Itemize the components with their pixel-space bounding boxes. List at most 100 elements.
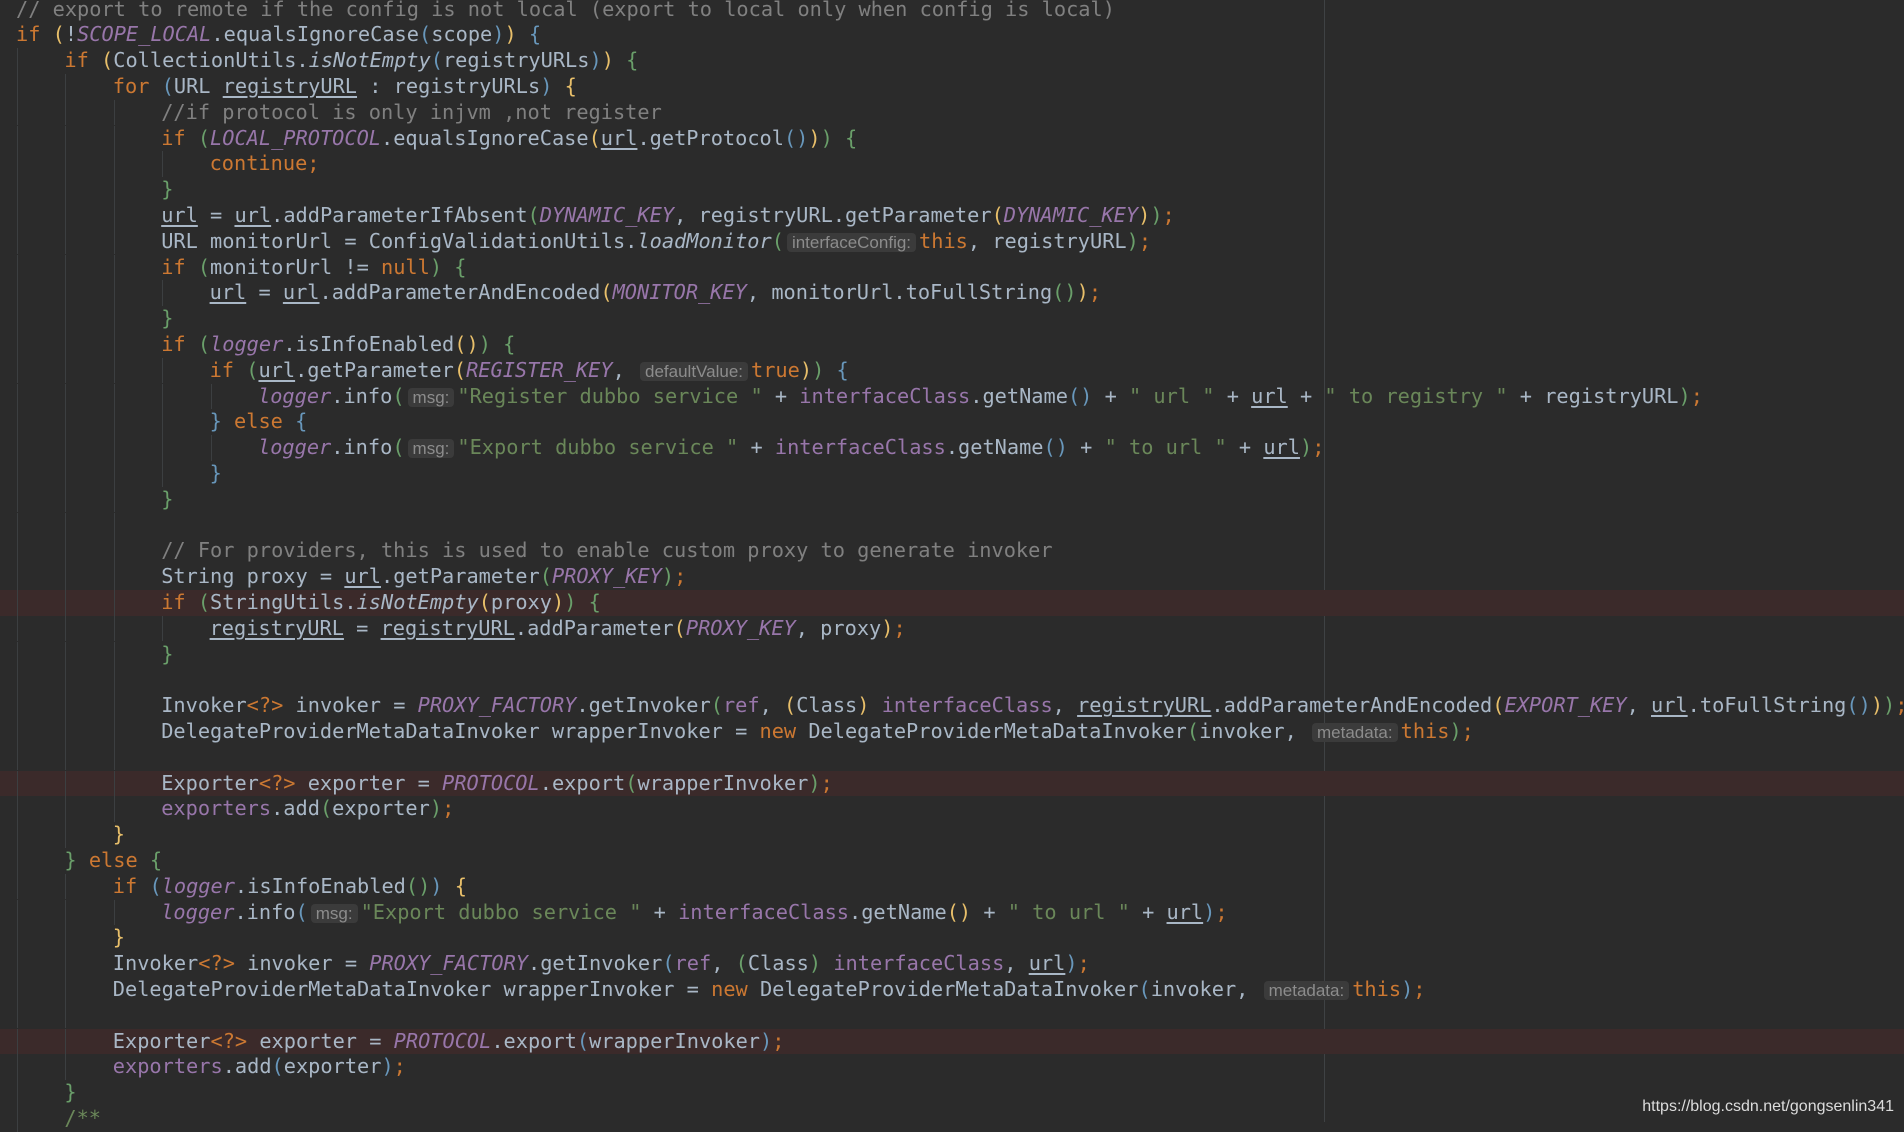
- code-text: logger.info(msg: "Register dubbo service …: [258, 384, 1703, 411]
- code-token: .export: [491, 1028, 577, 1053]
- code-token: this: [1352, 976, 1402, 1001]
- code-token: +: [1129, 899, 1167, 924]
- code-line[interactable]: }: [0, 486, 1904, 513]
- code-line[interactable]: if (monitorUrl != null) {: [0, 254, 1904, 281]
- code-token: PROXY_KEY: [551, 564, 662, 589]
- code-token: {: [149, 847, 163, 872]
- code-token: wrapperInvoker: [589, 1028, 760, 1053]
- code-line[interactable]: exporters.add(exporter);: [0, 1054, 1904, 1081]
- code-line[interactable]: }: [0, 822, 1904, 848]
- code-text: DelegateProviderMetaDataInvoker wrapperI…: [113, 977, 1426, 1004]
- code-token: .getInvoker: [576, 693, 711, 718]
- code-line[interactable]: for (URL registryURL : registryURLs) {: [0, 73, 1904, 100]
- code-token: +: [1287, 383, 1325, 408]
- code-line[interactable]: }: [0, 925, 1904, 952]
- code-line[interactable]: if (logger.isInfoEnabled()) {: [0, 873, 1904, 900]
- indent-guide: [65, 409, 67, 436]
- code-line[interactable]: }: [0, 177, 1904, 203]
- code-token: ): [799, 357, 813, 382]
- indent-guide: [17, 202, 18, 229]
- indent-guide: [17, 73, 18, 100]
- code-line[interactable]: String proxy = url.getParameter(PROXY_KE…: [0, 564, 1904, 590]
- code-line[interactable]: if (LOCAL_PROTOCOL.equalsIgnoreCase(url.…: [0, 125, 1904, 152]
- code-text: if (CollectionUtils.isNotEmpty(registryU…: [64, 48, 638, 74]
- indent-guide: [113, 125, 115, 152]
- code-token: (: [52, 22, 65, 47]
- code-line[interactable]: url = url.addParameterAndEncoded(MONITOR…: [0, 280, 1904, 307]
- code-token: ,: [1004, 951, 1029, 976]
- code-line[interactable]: //if protocol is only injvm ,not registe…: [0, 99, 1904, 126]
- indent-guide: [113, 357, 115, 384]
- code-line[interactable]: }: [0, 641, 1904, 668]
- code-line[interactable]: // export to remote if the config is not…: [0, 0, 1904, 22]
- code-line[interactable]: DelegateProviderMetaDataInvoker wrapperI…: [0, 718, 1904, 746]
- code-token: ): [1678, 383, 1691, 408]
- code-token: ): [1203, 899, 1216, 924]
- code-token: <?>: [210, 1028, 248, 1053]
- code-text: DelegateProviderMetaDataInvoker wrapperI…: [161, 719, 1474, 746]
- code-line[interactable]: if (logger.isInfoEnabled()) {: [0, 331, 1904, 358]
- code-token: ): [1299, 435, 1313, 460]
- code-token: ): [601, 48, 614, 73]
- code-token: MONITOR_KEY: [612, 280, 747, 305]
- indent-guide: [65, 177, 67, 203]
- indent-guide: [17, 460, 18, 487]
- code-token: +: [762, 383, 800, 408]
- indent-guide: [65, 873, 67, 900]
- code-line[interactable]: Invoker<?> invoker = PROXY_FACTORY.getIn…: [0, 951, 1904, 977]
- code-line[interactable]: Exporter<?> exporter = PROTOCOL.export(w…: [0, 1028, 1904, 1055]
- code-line[interactable]: // For providers, this is used to enable…: [0, 538, 1904, 565]
- code-line[interactable]: [0, 667, 1904, 694]
- code-line[interactable]: if (CollectionUtils.isNotEmpty(registryU…: [0, 48, 1904, 74]
- code-token: new: [711, 976, 760, 1001]
- code-line[interactable]: exporters.add(exporter);: [0, 796, 1904, 823]
- code-line[interactable]: logger.info(msg: "Export dubbo service " …: [0, 435, 1904, 461]
- indent-guide: [113, 486, 115, 513]
- code-line[interactable]: }: [0, 1080, 1904, 1106]
- code-line[interactable]: URL monitorUrl = ConfigValidationUtils.l…: [0, 228, 1904, 255]
- code-line[interactable]: if (StringUtils.isNotEmpty(proxy)) {: [0, 589, 1904, 616]
- indent-guide: [162, 383, 164, 410]
- code-token: ): [1126, 228, 1139, 253]
- indent-guide: [65, 383, 67, 410]
- code-line[interactable]: }: [0, 306, 1904, 332]
- code-text: /**: [64, 1106, 101, 1132]
- code-line[interactable]: logger.info(msg: "Register dubbo service …: [0, 383, 1904, 411]
- code-token: (: [271, 1054, 284, 1079]
- code-token: ): [540, 73, 553, 98]
- code-token: (): [1067, 383, 1093, 408]
- code-line[interactable]: } else {: [0, 847, 1904, 874]
- code-line[interactable]: }: [0, 460, 1904, 487]
- code-line[interactable]: [0, 512, 1904, 539]
- indent-guide: [162, 615, 164, 642]
- code-editor[interactable]: // export to remote if the config is not…: [0, 0, 1904, 1132]
- code-token: (: [149, 873, 162, 898]
- indent-guide: [65, 125, 67, 152]
- indent-guide: [113, 796, 115, 823]
- code-token: logger: [161, 899, 235, 924]
- code-token: .getName: [970, 383, 1068, 408]
- code-line[interactable]: DelegateProviderMetaDataInvoker wrapperI…: [0, 976, 1904, 1004]
- indent-guide: [113, 718, 115, 745]
- code-line[interactable]: } else {: [0, 409, 1904, 436]
- indent-guide: [113, 564, 115, 590]
- code-line[interactable]: [0, 744, 1904, 771]
- code-line[interactable]: logger.info(msg: "Export dubbo service " …: [0, 899, 1904, 926]
- code-line[interactable]: Invoker<?> invoker = PROXY_FACTORY.getIn…: [0, 693, 1904, 719]
- code-line[interactable]: Exporter<?> exporter = PROTOCOL.export(w…: [0, 770, 1904, 797]
- indent-guide: [162, 357, 164, 384]
- code-line[interactable]: /**: [0, 1105, 1904, 1132]
- code-line[interactable]: [0, 1002, 1904, 1029]
- code-token: .getParameter: [295, 357, 454, 382]
- code-token: .addParameterAndEncoded: [1211, 693, 1493, 718]
- code-token: ): [808, 951, 822, 976]
- code-text: }: [161, 177, 173, 203]
- code-line[interactable]: if (!SCOPE_LOCAL.equalsIgnoreCase(scope)…: [0, 22, 1904, 48]
- code-token: (: [453, 357, 467, 382]
- code-token: ;: [1690, 383, 1703, 408]
- code-line[interactable]: registryURL = registryURL.addParameter(P…: [0, 615, 1904, 642]
- code-line[interactable]: url = url.addParameterIfAbsent(DYNAMIC_K…: [0, 202, 1904, 229]
- code-line[interactable]: continue;: [0, 151, 1904, 178]
- code-line[interactable]: if (url.getParameter(REGISTER_KEY, defau…: [0, 357, 1904, 384]
- code-token: {: [442, 254, 467, 279]
